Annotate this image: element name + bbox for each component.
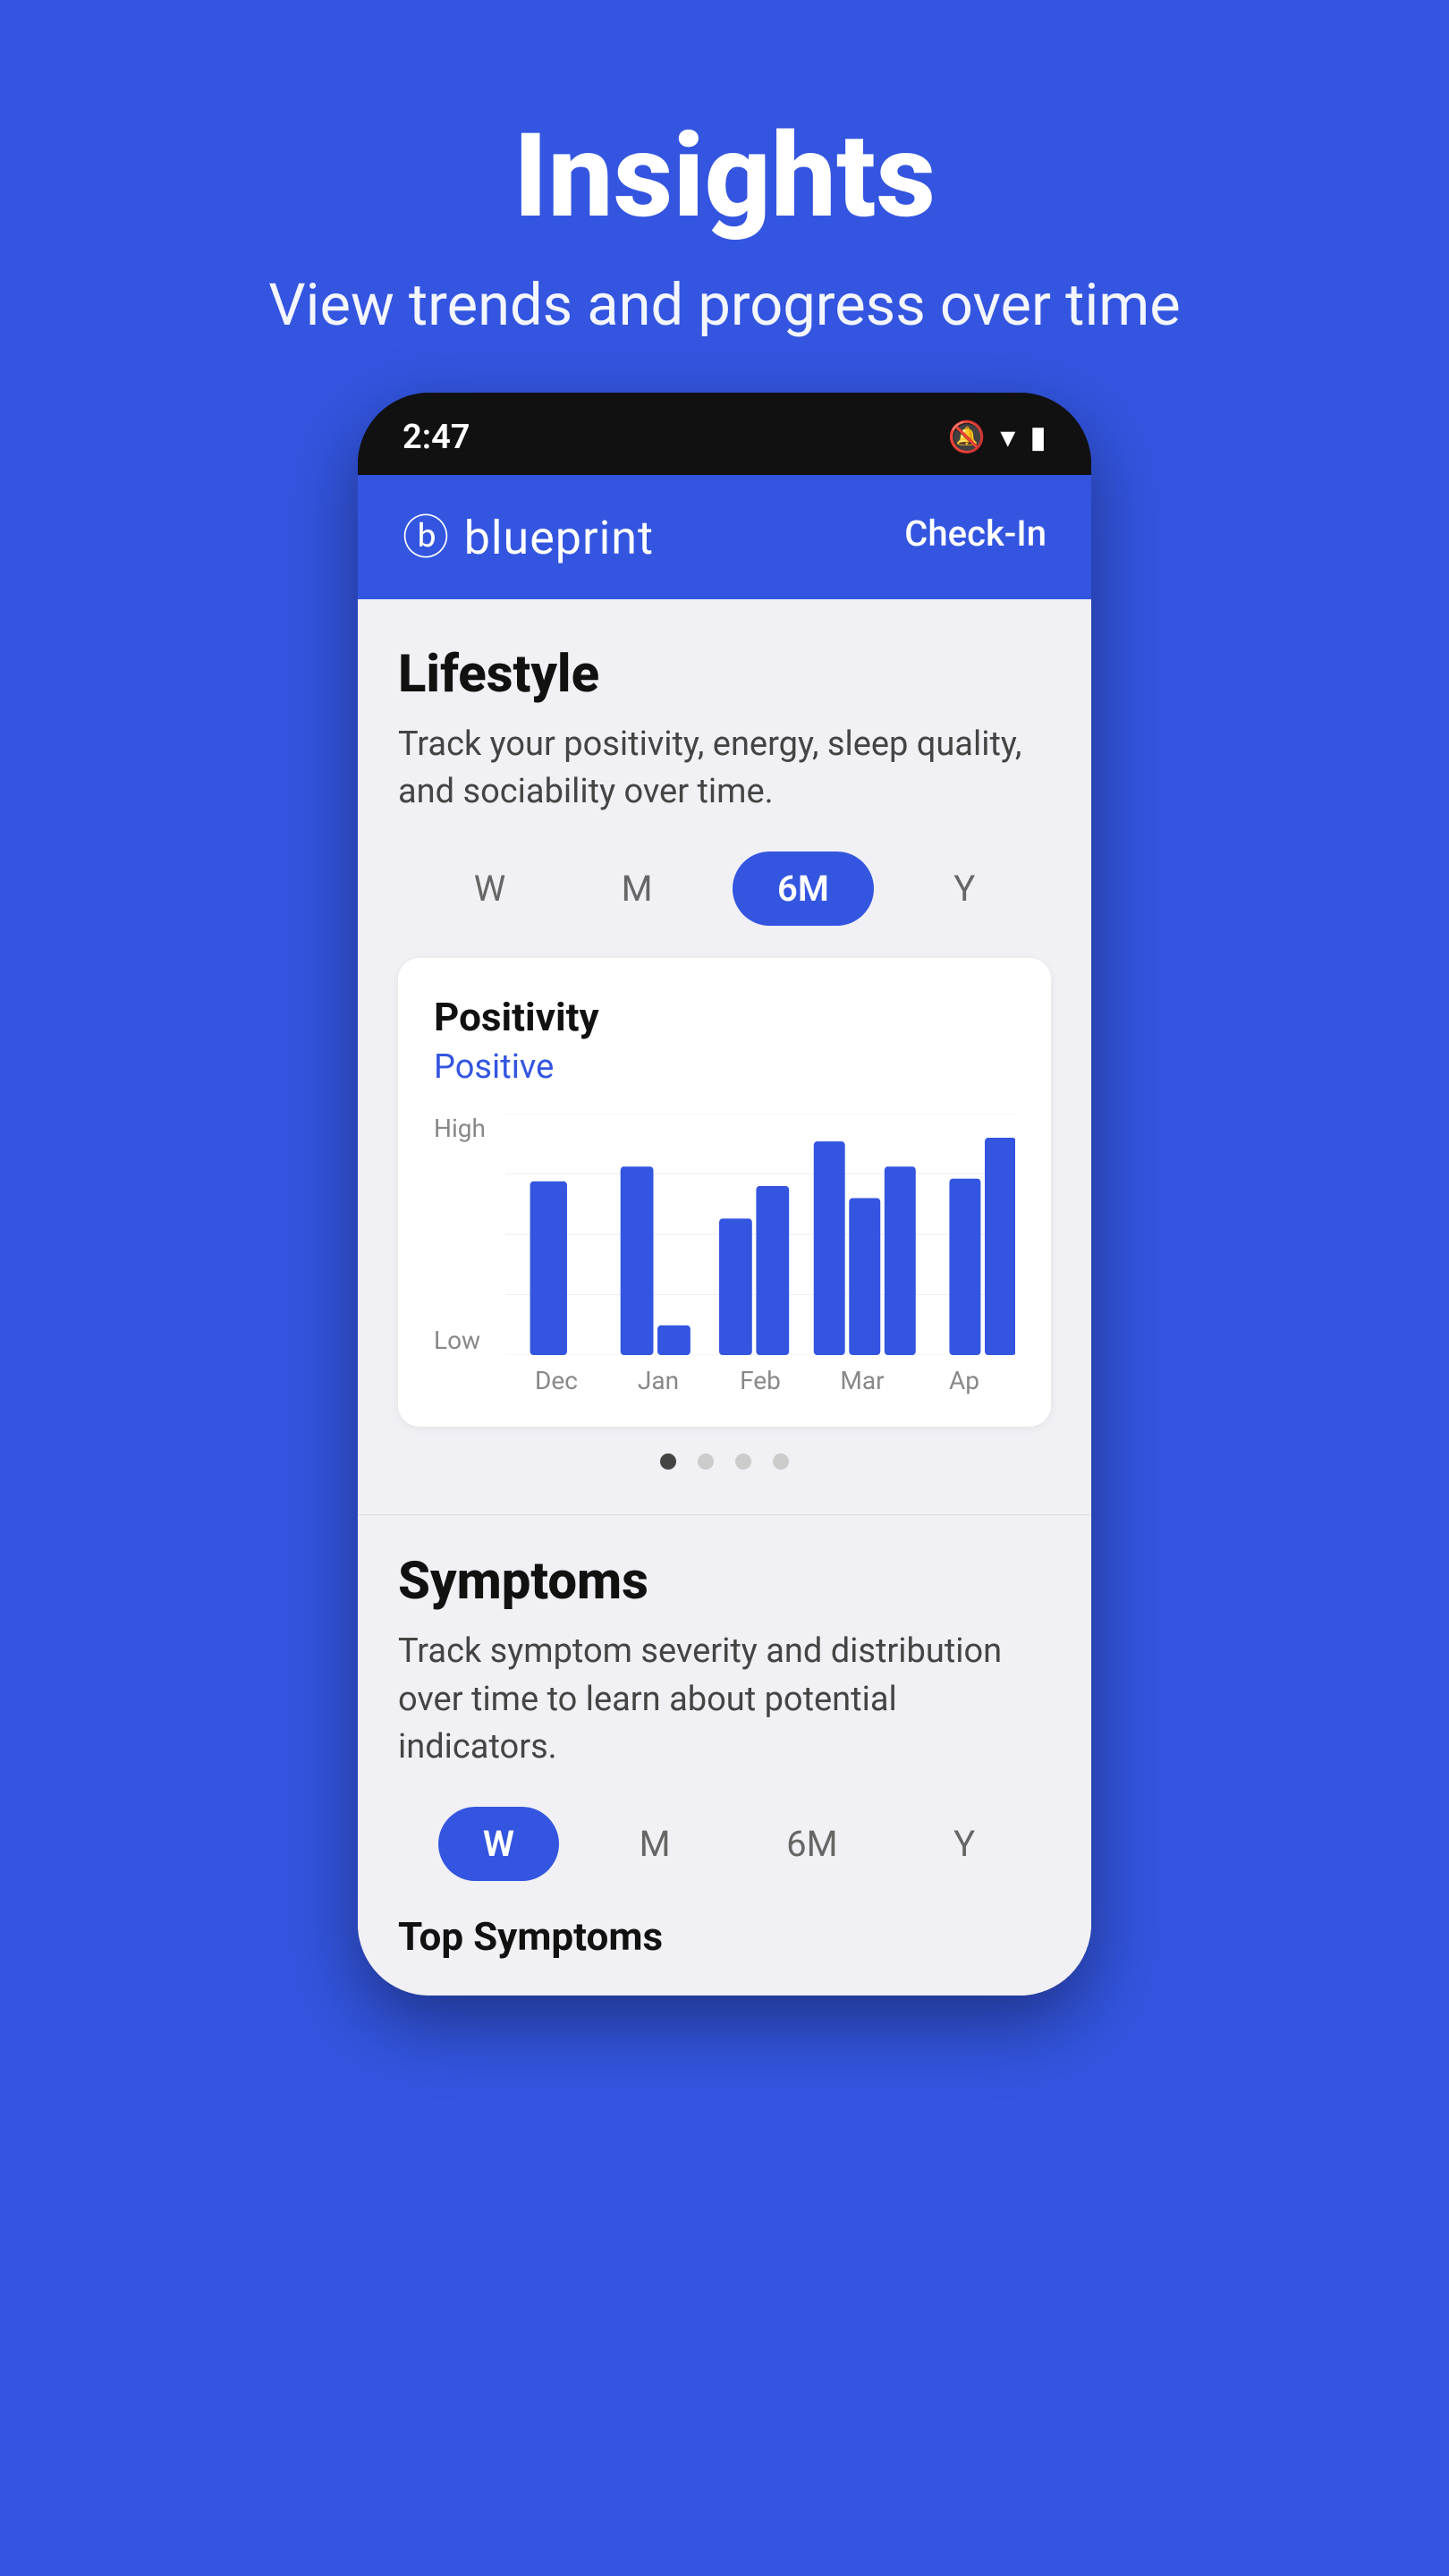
dot-2	[698, 1453, 714, 1470]
app-screen: ⓑ blueprint Check-In Lifestyle Track you…	[358, 475, 1091, 1996]
x-label-feb: Feb	[709, 1366, 811, 1395]
chart-label-low: Low	[434, 1326, 480, 1355]
x-label-jan: Jan	[607, 1366, 709, 1395]
bell-mute-icon: 🔕	[948, 419, 986, 455]
app-logo: ⓑ blueprint	[402, 500, 654, 567]
chart-svg	[505, 1114, 1015, 1355]
symptoms-title: Symptoms	[398, 1551, 1051, 1612]
dot-1	[660, 1453, 676, 1470]
symptoms-time-option-6m[interactable]: 6M	[750, 1809, 873, 1879]
dot-4	[773, 1453, 789, 1470]
wifi-icon: ▾	[1000, 419, 1015, 455]
time-selector-lifestyle: W M 6M Y	[398, 852, 1051, 926]
x-label-mar: Mar	[811, 1366, 913, 1395]
symptoms-desc: Track symptom severity and distribution …	[398, 1628, 1051, 1771]
chart-card-positivity: Positivity Positive High Low	[398, 958, 1051, 1427]
page-header: Insights View trends and progress over t…	[215, 0, 1233, 393]
phone-mockup: 2:47 🔕 ▾ ▮ ⓑ blueprint Check-In Lifestyl…	[358, 393, 1091, 1996]
lifestyle-title: Lifestyle	[398, 644, 1051, 705]
check-in-button[interactable]: Check-In	[904, 513, 1046, 555]
chart-title: Positivity	[434, 994, 1015, 1040]
time-option-m[interactable]: M	[586, 853, 689, 924]
x-label-ap: Ap	[913, 1366, 1015, 1395]
symptoms-time-option-w[interactable]: W	[438, 1807, 559, 1881]
time-option-y[interactable]: Y	[918, 853, 1011, 924]
status-bar: 2:47 🔕 ▾ ▮	[358, 393, 1091, 475]
symptoms-section: Symptoms Track symptom severity and dist…	[358, 1515, 1091, 1996]
chart-area: High Low	[434, 1114, 1015, 1400]
dot-3	[735, 1453, 751, 1470]
pagination-dots	[398, 1453, 1051, 1470]
status-icons: 🔕 ▾ ▮	[948, 419, 1046, 455]
time-option-w[interactable]: W	[438, 853, 542, 924]
top-symptoms-label: Top Symptoms	[398, 1913, 1051, 1960]
chart-subtitle: Positive	[434, 1047, 1015, 1087]
symptoms-time-option-y[interactable]: Y	[918, 1809, 1011, 1879]
lifestyle-desc: Track your positivity, energy, sleep qua…	[398, 721, 1051, 816]
time-option-6m[interactable]: 6M	[733, 852, 874, 926]
time-selector-symptoms: W M 6M Y	[398, 1807, 1051, 1881]
x-label-dec: Dec	[505, 1366, 607, 1395]
lifestyle-section: Lifestyle Track your positivity, energy,…	[358, 599, 1091, 1514]
status-time: 2:47	[402, 418, 470, 457]
battery-icon: ▮	[1030, 419, 1046, 455]
page-subtitle: View trends and progress over time	[268, 271, 1180, 339]
chart-label-high: High	[434, 1114, 486, 1143]
page-title: Insights	[268, 107, 1180, 244]
chart-x-labels: Dec Jan Feb Mar Ap	[505, 1359, 1015, 1395]
app-header: ⓑ blueprint Check-In	[358, 475, 1091, 599]
symptoms-time-option-m[interactable]: M	[604, 1809, 707, 1879]
